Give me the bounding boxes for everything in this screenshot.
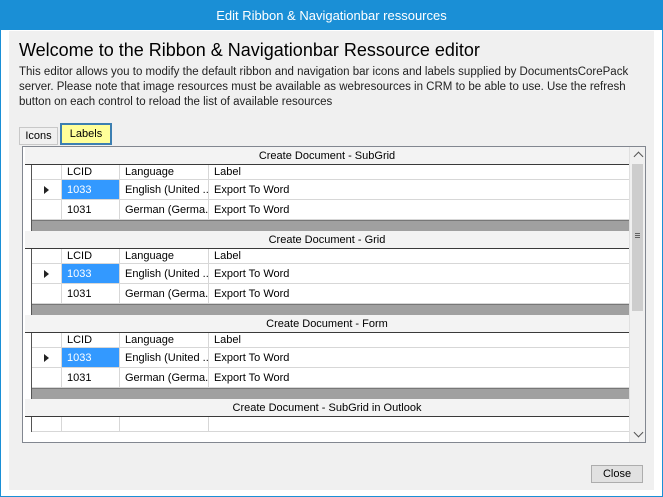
sub-table[interactable]: LCID Language Label 1033 English (United… <box>31 333 629 399</box>
column-header-label[interactable]: Label <box>209 249 629 263</box>
table-row[interactable]: 1033 English (United ... Export To Word <box>32 180 629 200</box>
language-cell[interactable]: German (Germa... <box>120 284 209 303</box>
lcid-cell[interactable]: 1033 <box>62 348 120 367</box>
column-header-row: LCID Language Label <box>32 333 629 348</box>
table-row[interactable]: 1033 English (United ... Export To Word <box>32 264 629 284</box>
lcid-cell[interactable]: 1033 <box>62 264 120 283</box>
label-cell[interactable]: Export To Word <box>209 368 629 387</box>
section-header[interactable]: Create Document - SubGrid <box>25 147 629 165</box>
tab-labels[interactable]: Labels <box>60 123 112 145</box>
sub-table-empty-area <box>32 220 629 231</box>
sub-table-empty-area <box>32 304 629 315</box>
lcid-cell[interactable]: 1031 <box>62 200 120 219</box>
column-header-lcid[interactable] <box>62 417 120 431</box>
column-header-lcid[interactable]: LCID <box>62 165 120 179</box>
grip-line <box>635 235 640 236</box>
description-text: This editor allows you to modify the def… <box>19 66 629 108</box>
chevron-down-icon <box>633 427 643 438</box>
close-button[interactable]: Close <box>591 465 643 483</box>
scroll-down-button[interactable] <box>630 426 645 442</box>
label-cell[interactable]: Export To Word <box>209 284 629 303</box>
column-header-label[interactable] <box>209 417 629 431</box>
label-cell[interactable]: Export To Word <box>209 348 629 367</box>
label-cell[interactable]: Export To Word <box>209 200 629 219</box>
column-header-language[interactable]: Language <box>120 249 209 263</box>
sub-table-empty-area <box>32 388 629 399</box>
section-subgrid: Create Document - SubGrid LCID Language … <box>23 147 629 231</box>
table-row[interactable]: 1031 German (Germa... Export To Word <box>32 284 629 304</box>
window-title: Edit Ribbon & Navigationbar ressources <box>216 8 447 23</box>
row-selector[interactable] <box>32 284 62 303</box>
label-cell[interactable]: Export To Word <box>209 264 629 283</box>
scrollbar-thumb[interactable] <box>632 164 643 311</box>
table-row[interactable]: 1031 German (Germa... Export To Word <box>32 368 629 388</box>
column-header-lcid[interactable]: LCID <box>62 333 120 347</box>
column-header-row: LCID Language Label <box>32 165 629 180</box>
grip-line <box>635 233 640 234</box>
column-header-label[interactable]: Label <box>209 333 629 347</box>
section-subgrid-outlook: Create Document - SubGrid in Outlook <box>23 399 629 432</box>
row-header-corner <box>32 333 62 347</box>
row-header-corner <box>32 165 62 179</box>
triangle-right-icon <box>44 185 49 194</box>
triangle-right-icon <box>44 269 49 278</box>
scroll-up-button[interactable] <box>630 147 645 163</box>
grid-scroll-area: Create Document - SubGrid LCID Language … <box>23 147 629 442</box>
vertical-scrollbar[interactable] <box>629 147 645 442</box>
triangle-right-icon <box>44 353 49 362</box>
lcid-cell[interactable]: 1031 <box>62 368 120 387</box>
grip-line <box>635 237 640 238</box>
row-selector[interactable] <box>32 200 62 219</box>
chevron-up-icon <box>633 151 643 162</box>
dialog-window: Edit Ribbon & Navigationbar ressources W… <box>0 0 663 497</box>
section-header[interactable]: Create Document - SubGrid in Outlook <box>25 399 629 417</box>
language-cell[interactable]: English (United ... <box>120 180 209 199</box>
row-header-corner <box>32 417 62 431</box>
section-header[interactable]: Create Document - Grid <box>25 231 629 249</box>
column-header-row <box>32 417 629 432</box>
row-selector[interactable] <box>32 348 62 367</box>
title-bar: Edit Ribbon & Navigationbar ressources <box>1 1 662 30</box>
lcid-cell[interactable]: 1033 <box>62 180 120 199</box>
sub-table[interactable]: LCID Language Label 1033 English (United… <box>31 249 629 315</box>
section-form: Create Document - Form LCID Language Lab… <box>23 315 629 399</box>
column-header-lcid[interactable]: LCID <box>62 249 120 263</box>
row-header-corner <box>32 249 62 263</box>
column-header-language[interactable]: Language <box>120 333 209 347</box>
row-selector[interactable] <box>32 264 62 283</box>
language-cell[interactable]: German (Germa... <box>120 368 209 387</box>
section-header[interactable]: Create Document - Form <box>25 315 629 333</box>
column-header-language[interactable]: Language <box>120 165 209 179</box>
page-title: Welcome to the Ribbon & Navigationbar Re… <box>19 40 480 60</box>
sub-table[interactable] <box>31 417 629 432</box>
resource-grid[interactable]: Create Document - SubGrid LCID Language … <box>22 146 646 443</box>
column-header-row: LCID Language Label <box>32 249 629 264</box>
table-row[interactable]: 1031 German (Germa... Export To Word <box>32 200 629 220</box>
dialog-content: Welcome to the Ribbon & Navigationbar Re… <box>9 31 654 490</box>
lcid-cell[interactable]: 1031 <box>62 284 120 303</box>
column-header-language[interactable] <box>120 417 209 431</box>
section-grid: Create Document - Grid LCID Language Lab… <box>23 231 629 315</box>
language-cell[interactable]: English (United ... <box>120 264 209 283</box>
language-cell[interactable]: German (Germa... <box>120 200 209 219</box>
label-cell[interactable]: Export To Word <box>209 180 629 199</box>
row-selector[interactable] <box>32 180 62 199</box>
tab-icons[interactable]: Icons <box>19 127 58 145</box>
column-header-label[interactable]: Label <box>209 165 629 179</box>
table-row[interactable]: 1033 English (United ... Export To Word <box>32 348 629 368</box>
language-cell[interactable]: English (United ... <box>120 348 209 367</box>
row-selector[interactable] <box>32 368 62 387</box>
sub-table[interactable]: LCID Language Label 1033 English (United… <box>31 165 629 231</box>
